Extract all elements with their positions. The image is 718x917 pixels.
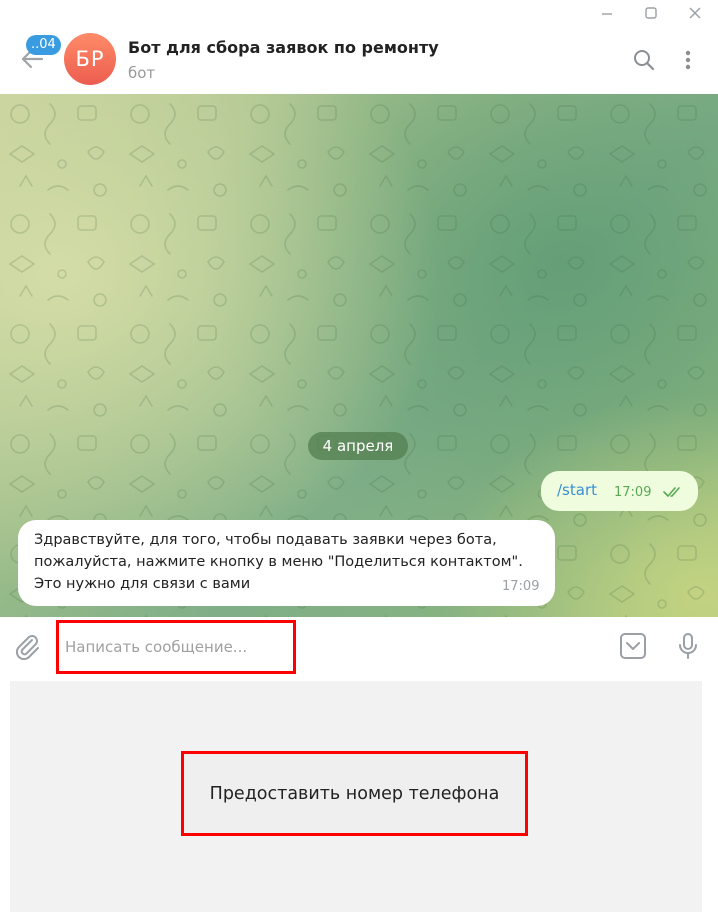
- outgoing-message[interactable]: /start 17:09: [541, 471, 698, 511]
- chat-title[interactable]: Бот для сбора заявок по ремонту: [128, 38, 439, 57]
- message-time: 17:09: [614, 485, 652, 500]
- message-input[interactable]: [65, 635, 285, 659]
- window-titlebar: [0, 0, 718, 26]
- chat-subtitle: бот: [128, 64, 156, 82]
- maximize-icon[interactable]: [633, 0, 669, 26]
- message-composer: [0, 617, 718, 679]
- minimize-icon[interactable]: [589, 0, 625, 26]
- attach-button[interactable]: [12, 631, 42, 661]
- bot-keyboard-button[interactable]: [618, 631, 648, 661]
- date-separator: 4 апреля: [308, 432, 408, 460]
- chat-header: ..04 БР Бот для сбора заявок по ремонту …: [0, 26, 718, 94]
- avatar[interactable]: БР: [64, 33, 116, 85]
- paperclip-icon: [15, 635, 39, 660]
- bot-keyboard-icon: [620, 633, 646, 659]
- message-text[interactable]: /start: [557, 481, 597, 499]
- voice-button[interactable]: [673, 631, 703, 661]
- double-check-icon: [663, 487, 680, 497]
- share-phone-button[interactable]: Предоставить номер телефона: [181, 751, 528, 836]
- bot-reply-keyboard: Предоставить номер телефона: [10, 681, 702, 912]
- unread-badge: ..04: [26, 35, 61, 55]
- message-time: 17:09: [502, 579, 540, 594]
- search-icon: [634, 50, 655, 71]
- microphone-icon: [679, 633, 697, 659]
- more-vertical-icon: [685, 50, 691, 70]
- more-button[interactable]: [673, 45, 703, 75]
- message-text: Здравствуйте, для того, чтобы подавать з…: [34, 532, 523, 592]
- incoming-message[interactable]: Здравствуйте, для того, чтобы подавать з…: [18, 520, 555, 606]
- chat-area[interactable]: 4 апреля /start 17:09 Здравствуйте, для …: [0, 94, 718, 617]
- search-button[interactable]: [629, 45, 659, 75]
- close-icon[interactable]: [677, 0, 713, 26]
- message-input-field[interactable]: [56, 620, 296, 674]
